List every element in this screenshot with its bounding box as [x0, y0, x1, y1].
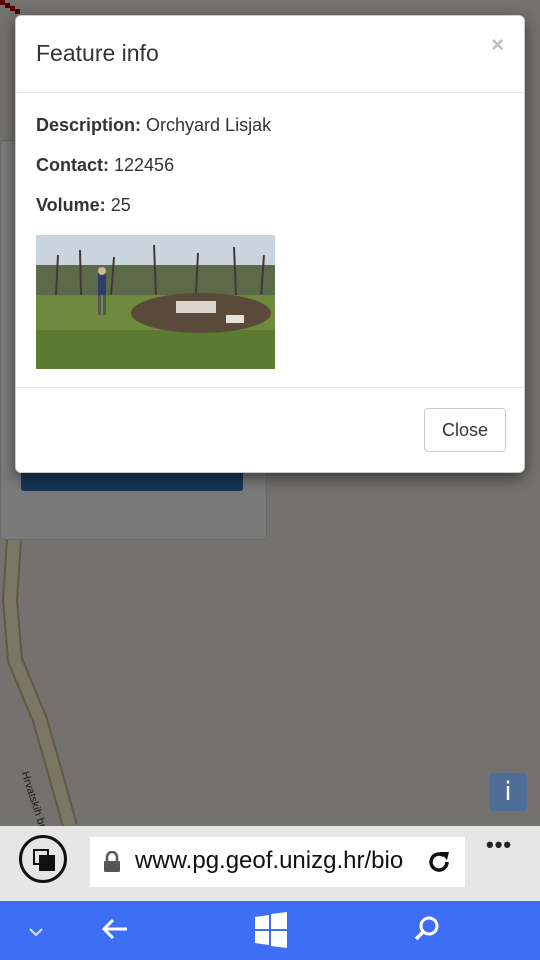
description-field: Description: Orchyard Lisjak — [36, 115, 504, 135]
contact-label: Contact: — [36, 155, 109, 175]
feature-info-modal: Feature info × Description: Orchyard Lis… — [15, 15, 525, 473]
back-arrow-icon[interactable] — [100, 901, 130, 960]
lock-icon — [104, 851, 120, 872]
search-icon[interactable] — [412, 901, 442, 960]
description-label: Description: — [36, 115, 142, 135]
close-button[interactable]: Close — [424, 408, 506, 452]
close-icon[interactable]: × — [491, 34, 504, 56]
contact-value: 122456 — [114, 155, 175, 175]
more-options-icon[interactable]: ••• — [486, 832, 512, 858]
modal-title: Feature info — [36, 40, 159, 66]
system-nav-bar — [0, 901, 540, 960]
modal-body: Description: Orchyard Lisjak Contact: 12… — [16, 93, 524, 388]
address-bar[interactable]: www.pg.geof.unizg.hr/bio — [90, 837, 465, 887]
contact-field: Contact: 122456 — [36, 155, 504, 175]
tabs-icon[interactable] — [19, 835, 67, 883]
map-info-button[interactable]: i — [489, 773, 527, 811]
modal-header: Feature info × — [16, 16, 524, 93]
feature-photo — [36, 235, 275, 369]
volume-value: 25 — [110, 195, 131, 215]
refresh-icon[interactable] — [425, 848, 453, 876]
volume-field: Volume: 25 — [36, 195, 504, 215]
volume-label: Volume: — [36, 195, 106, 215]
description-value: Orchyard Lisjak — [146, 115, 272, 135]
modal-footer: Close — [16, 388, 524, 474]
chevron-down-icon[interactable] — [24, 901, 48, 960]
url-text[interactable]: www.pg.geof.unizg.hr/bio — [135, 847, 425, 875]
windows-start-icon[interactable] — [254, 901, 288, 960]
